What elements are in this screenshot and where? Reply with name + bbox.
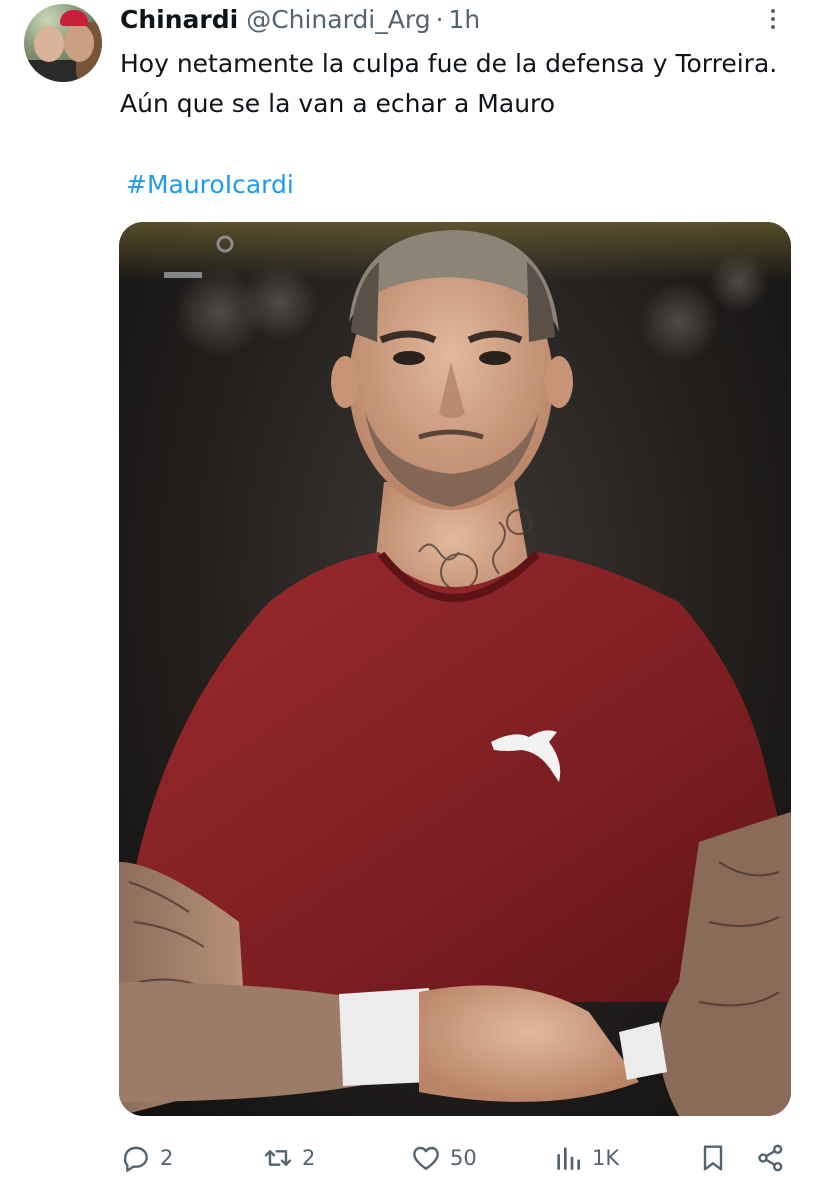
retweet-count: 2 [302, 1146, 316, 1170]
retweet-icon [264, 1150, 292, 1166]
hashtag-link[interactable]: #MauroIcardi [126, 170, 294, 199]
display-name[interactable]: Chinardi [120, 5, 238, 34]
like-count: 50 [450, 1146, 477, 1170]
more-icon [771, 9, 775, 13]
share-icon [758, 1144, 783, 1172]
bookmark-icon [703, 1145, 723, 1171]
views-icon [557, 1147, 580, 1170]
player-photo [119, 222, 791, 1116]
retweet-button[interactable]: 2 [262, 1136, 315, 1180]
tweet-photo[interactable] [119, 222, 791, 1116]
more-options-button[interactable] [758, 4, 788, 34]
user-handle[interactable]: @Chinardi_Arg [246, 5, 430, 34]
avatar[interactable] [24, 4, 102, 82]
tweet-card[interactable]: Chinardi @Chinardi_Arg · 1h Hoy netament… [0, 0, 814, 1200]
tweet-header: Chinardi @Chinardi_Arg · 1h [120, 2, 480, 36]
separator-dot: · [435, 4, 444, 34]
like-button[interactable]: 50 [410, 1136, 477, 1180]
views-count: 1K [592, 1146, 620, 1170]
reply-button[interactable]: 2 [120, 1136, 173, 1180]
timestamp[interactable]: 1h [449, 5, 481, 34]
views-button[interactable]: 1K [552, 1136, 619, 1180]
tweet-text: Hoy netamente la culpa fue de la defensa… [120, 49, 778, 118]
share-button[interactable] [755, 1136, 787, 1180]
like-icon [413, 1146, 439, 1170]
reply-icon [123, 1146, 148, 1172]
reply-count: 2 [160, 1146, 174, 1170]
bookmark-button[interactable] [697, 1136, 729, 1180]
action-bar: 2 2 50 1K [0, 1136, 814, 1180]
